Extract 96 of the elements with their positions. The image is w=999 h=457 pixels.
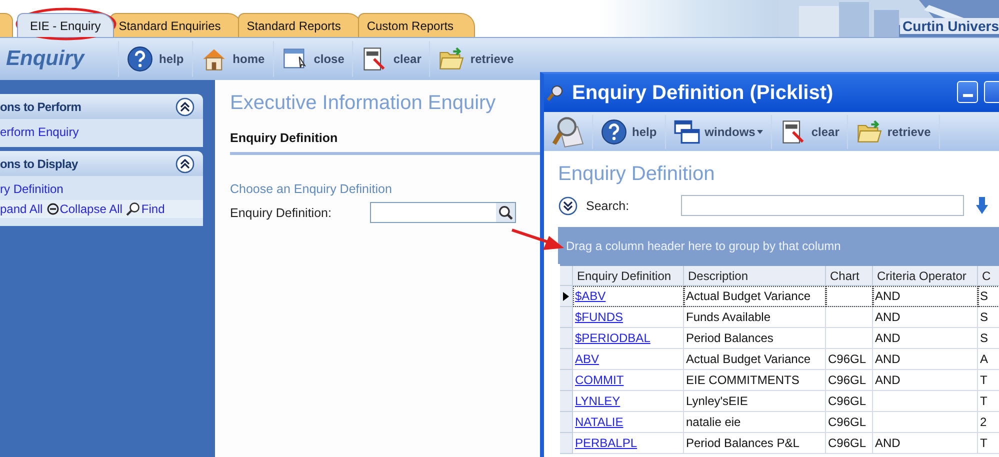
- enquiry-link[interactable]: LYNLEY: [575, 394, 620, 408]
- help-icon: [601, 118, 627, 144]
- column-header[interactable]: Enquiry Definition: [573, 266, 684, 286]
- input-field[interactable]: [370, 202, 516, 223]
- hint-text: Choose an Enquiry Definition: [230, 182, 393, 196]
- banner-title: Curtin Univers: [900, 18, 999, 34]
- table-cell: C96GL: [826, 412, 873, 433]
- download-icon[interactable]: [976, 196, 988, 214]
- enquiry-link[interactable]: PERBALPL: [575, 436, 638, 450]
- table-cell: Actual Budget Variance: [684, 349, 826, 370]
- picklist-heading: Enquiry Definition: [558, 163, 716, 186]
- annotation-arrow: [512, 228, 564, 250]
- minimize-icon: [962, 94, 972, 97]
- collapse-toggle-icon[interactable]: [175, 154, 195, 174]
- windows-icon: [674, 118, 700, 144]
- table-cell: C96GL: [826, 349, 873, 370]
- lookup-button[interactable]: [496, 203, 515, 222]
- tab[interactable]: Custom Reports: [358, 13, 475, 37]
- page-title: Enquiry: [5, 47, 86, 71]
- table-cell: Lynley'sEIE: [684, 391, 826, 412]
- table-cell: AND: [873, 307, 978, 328]
- search-icon: [498, 205, 513, 220]
- table-cell: [826, 286, 873, 307]
- table-cell: EIE COMMITMENTS: [684, 370, 826, 391]
- table-cell: AND: [873, 370, 978, 391]
- clear-button[interactable]: clear: [352, 41, 430, 77]
- table-cell: C96GL: [826, 370, 873, 391]
- enquiry-link[interactable]: ABV: [575, 352, 600, 366]
- table-cell: C96GL: [826, 433, 873, 454]
- table-cell: natalie eie: [684, 412, 826, 433]
- table-cell: AND: [873, 433, 978, 454]
- table-cell: T: [978, 433, 999, 454]
- field-label: Enquiry Definition:: [230, 206, 332, 220]
- search-label: Search:: [586, 198, 630, 212]
- table-cell: AND: [873, 328, 978, 349]
- tab[interactable]: EIE - Enquiry: [17, 13, 114, 37]
- panel-title: ons to Display: [0, 156, 78, 170]
- maximize-button[interactable]: [984, 81, 999, 103]
- column-header[interactable]: C: [978, 266, 999, 286]
- table-cell: AND: [873, 349, 978, 370]
- enquiry-link[interactable]: $ABV: [575, 289, 606, 303]
- table-cell: A: [978, 349, 999, 370]
- column-header[interactable]: Criteria Operator: [873, 266, 978, 286]
- collapse-link[interactable]: Collapse All: [46, 202, 122, 216]
- expand-toggle-icon[interactable]: [558, 196, 578, 216]
- table-cell: 2: [978, 412, 999, 433]
- eraser-page-icon: [780, 118, 806, 144]
- enquiry-link[interactable]: COMMIT: [575, 373, 624, 387]
- expand-link[interactable]: pand All: [0, 202, 43, 216]
- current-row-icon: [563, 292, 569, 300]
- table-cell: AND: [873, 286, 978, 307]
- table-cell: T: [978, 370, 999, 391]
- window-title: Enquiry Definition (Picklist): [572, 82, 834, 104]
- enquiry-link[interactable]: $FUNDS: [575, 310, 624, 324]
- row-header[interactable]: [560, 286, 573, 307]
- page-heading: Executive Information Enquiry: [230, 92, 496, 115]
- tab[interactable]: [0, 13, 13, 37]
- help-button[interactable]: help: [593, 114, 666, 148]
- table-cell: S: [978, 328, 999, 349]
- retrieve-button[interactable]: retrieve: [848, 114, 940, 148]
- clear-button[interactable]: clear: [772, 114, 848, 148]
- folder-icon: [856, 118, 882, 144]
- retrieve-button[interactable]: retrieve: [429, 41, 522, 77]
- table-cell: Funds Available: [684, 307, 826, 328]
- column-header[interactable]: Description: [684, 266, 826, 286]
- table-cell: Actual Budget Variance: [684, 286, 826, 307]
- table-cell: C96GL: [826, 391, 873, 412]
- windows-button[interactable]: windows: [666, 114, 772, 148]
- sidebar-link[interactable]: ry Definition: [0, 182, 203, 196]
- help-icon: [127, 46, 153, 72]
- minus-circle-icon: [46, 203, 59, 215]
- panel-title: ons to Perform: [0, 100, 82, 114]
- minimize-button[interactable]: [957, 81, 978, 103]
- help-button[interactable]: help: [118, 41, 192, 77]
- table-cell: S: [978, 307, 999, 328]
- collapse-toggle-icon[interactable]: [175, 96, 195, 116]
- search-icon: [126, 202, 140, 216]
- enquiry-link[interactable]: $PERIODBAL: [575, 331, 650, 345]
- group-by-panel: Drag a column header here to group by that column: [558, 227, 999, 264]
- table-cell: [826, 328, 873, 349]
- table-cell: Period Balances: [684, 328, 826, 349]
- eraser-page-icon: [361, 46, 388, 72]
- close-button[interactable]: close: [272, 41, 352, 77]
- enquiry-link[interactable]: NATALIE: [575, 415, 624, 429]
- table-cell: Period Balances P&L: [684, 433, 826, 454]
- table-cell: T: [978, 391, 999, 412]
- table-cell: [826, 307, 873, 328]
- magnifier-page-icon: [552, 116, 584, 148]
- find-link[interactable]: Find: [126, 202, 165, 216]
- corner-cell: [560, 266, 573, 286]
- search-field[interactable]: [681, 195, 964, 216]
- home-button[interactable]: home: [192, 41, 273, 77]
- table-cell: S: [978, 286, 999, 307]
- folder-icon: [438, 46, 464, 72]
- caret-icon: [757, 130, 764, 134]
- column-header[interactable]: Chart: [826, 266, 873, 286]
